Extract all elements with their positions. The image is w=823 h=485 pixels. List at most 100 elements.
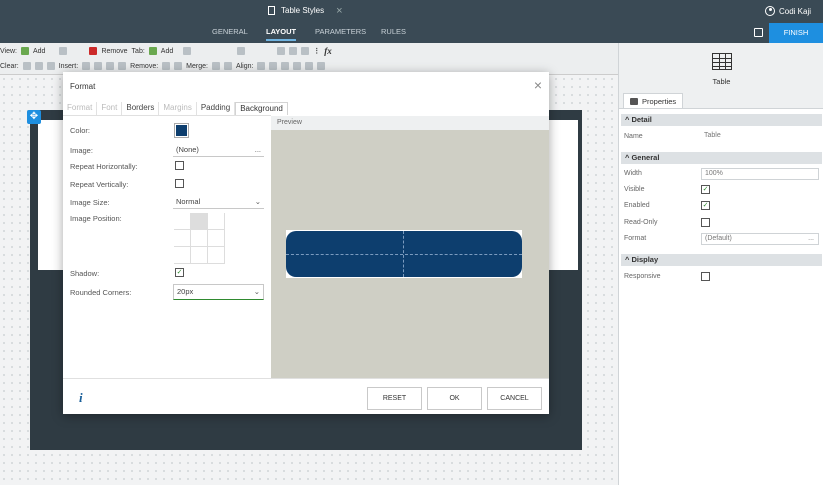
insert-icon[interactable] (118, 62, 127, 70)
merge-icon[interactable] (211, 62, 220, 70)
tab-option-icon[interactable] (289, 47, 298, 55)
insert-icon[interactable] (106, 62, 115, 70)
reset-button[interactable]: RESET (367, 387, 422, 410)
align-center-icon[interactable] (269, 62, 278, 70)
tab-add-button[interactable]: Add (161, 48, 173, 55)
position-bottom-center[interactable] (191, 247, 208, 264)
view-remove-button[interactable]: Remove (101, 48, 127, 55)
repeat-horizontal-checkbox[interactable] (175, 161, 184, 170)
remove-row-icon[interactable] (174, 62, 183, 70)
position-top-center[interactable] (191, 213, 208, 230)
name-field[interactable]: Table (701, 131, 819, 143)
position-middle-center[interactable] (191, 230, 208, 247)
edit-icon[interactable] (59, 47, 68, 55)
clear-icon[interactable] (22, 62, 31, 70)
width-label: Width (624, 170, 642, 177)
align-bottom-icon[interactable] (317, 62, 326, 70)
remove-icon[interactable] (89, 47, 98, 55)
more-icon[interactable]: ⋮ (313, 47, 320, 55)
position-middle-right[interactable] (208, 230, 225, 247)
tab-option-icon[interactable] (301, 47, 310, 55)
format-more-button[interactable]: ... (808, 234, 814, 244)
image-position-grid[interactable] (174, 213, 226, 264)
tab-padding[interactable]: Padding (197, 102, 236, 115)
tab-general[interactable]: GENERAL (212, 27, 248, 36)
preview-table (286, 230, 522, 278)
preview-table-body (286, 231, 522, 277)
visible-checkbox[interactable]: ✓ (701, 185, 710, 194)
section-general[interactable]: ^ General (621, 152, 822, 164)
tab-font[interactable]: Font (97, 102, 123, 115)
position-top-left[interactable] (174, 213, 191, 230)
toolbar-row-1: View: Add Remove Tab: Add ⋮ fx (0, 44, 332, 58)
tab-borders[interactable]: Borders (122, 102, 160, 115)
width-field[interactable]: 100% (701, 168, 819, 180)
document-tab[interactable]: Table Styles × (268, 5, 343, 16)
view-add-button[interactable]: Add (33, 48, 45, 55)
tab-parameters[interactable]: PARAMETERS (315, 27, 366, 36)
clear-icon[interactable] (46, 62, 55, 70)
tab-option-icon[interactable] (237, 47, 246, 55)
repeat-vertical-checkbox[interactable] (175, 179, 184, 188)
color-picker[interactable] (174, 123, 189, 138)
insert-icon[interactable] (82, 62, 91, 70)
align-middle-icon[interactable] (305, 62, 314, 70)
tab-format[interactable]: Format (63, 102, 98, 115)
shadow-checkbox[interactable]: ✓ (175, 268, 184, 277)
rounded-corners-select[interactable]: 20px ⌄ (173, 284, 264, 300)
align-top-icon[interactable] (293, 62, 302, 70)
position-bottom-left[interactable] (174, 247, 191, 264)
close-icon[interactable]: × (336, 5, 342, 16)
tab-margins[interactable]: Margins (159, 102, 197, 115)
document-title: Table Styles (281, 6, 325, 15)
move-icon[interactable]: ✥ (27, 110, 41, 124)
preview-label: Preview (271, 116, 549, 130)
image-size-label: Image Size: (70, 198, 110, 207)
dialog-footer: i RESET OK CANCEL (63, 378, 549, 414)
insert-icon[interactable] (94, 62, 103, 70)
image-field[interactable]: (None) ... (173, 144, 264, 157)
position-middle-left[interactable] (174, 230, 191, 247)
position-top-right[interactable] (208, 213, 225, 230)
properties-tab[interactable]: Properties (623, 93, 684, 108)
properties-tab-label: Properties (642, 96, 677, 106)
tab-background[interactable]: Background (235, 102, 288, 115)
close-icon[interactable]: × (534, 77, 542, 93)
image-position-label: Image Position: (70, 214, 122, 223)
tabs-divider (63, 115, 271, 116)
responsive-checkbox[interactable] (701, 272, 710, 281)
section-display[interactable]: ^ Display (621, 254, 822, 266)
function-icon[interactable]: fx (324, 46, 332, 56)
image-label: Image: (70, 146, 93, 155)
section-detail[interactable]: ^ Detail (621, 114, 822, 126)
image-browse-button[interactable]: ... (255, 144, 261, 156)
user-menu[interactable]: Codi Kaji (764, 6, 811, 16)
image-size-select[interactable]: Normal ⌄ (173, 196, 264, 209)
remove-col-icon[interactable] (162, 62, 171, 70)
merge-icon[interactable] (223, 62, 232, 70)
format-field[interactable]: (Default) ... (701, 233, 819, 245)
cancel-button[interactable]: CANCEL (487, 387, 542, 410)
tab-layout[interactable]: LAYOUT (266, 27, 297, 41)
repeat-vertical-label: Repeat Vertically: (70, 180, 129, 189)
align-right-icon[interactable] (281, 62, 290, 70)
clear-icon[interactable] (34, 62, 43, 70)
tab-add-icon[interactable] (148, 47, 157, 55)
preview-row-divider (286, 254, 522, 255)
finish-button[interactable]: FINISH (769, 23, 823, 43)
tab-option-icon[interactable] (277, 47, 286, 55)
position-bottom-right[interactable] (208, 247, 225, 264)
save-icon[interactable] (754, 28, 763, 37)
align-left-icon[interactable] (257, 62, 266, 70)
tab-rules[interactable]: RULES (381, 27, 406, 36)
ok-button[interactable]: OK (427, 387, 482, 410)
readonly-checkbox[interactable] (701, 218, 710, 227)
tab-option-icon[interactable] (183, 47, 192, 55)
enabled-checkbox[interactable]: ✓ (701, 201, 710, 210)
info-icon[interactable]: i (79, 390, 83, 406)
remove-label: Remove: (130, 62, 159, 70)
add-icon[interactable] (21, 47, 29, 55)
image-size-value: Normal (176, 197, 201, 206)
properties-icon (630, 97, 638, 105)
merge-label: Merge: (186, 62, 208, 70)
